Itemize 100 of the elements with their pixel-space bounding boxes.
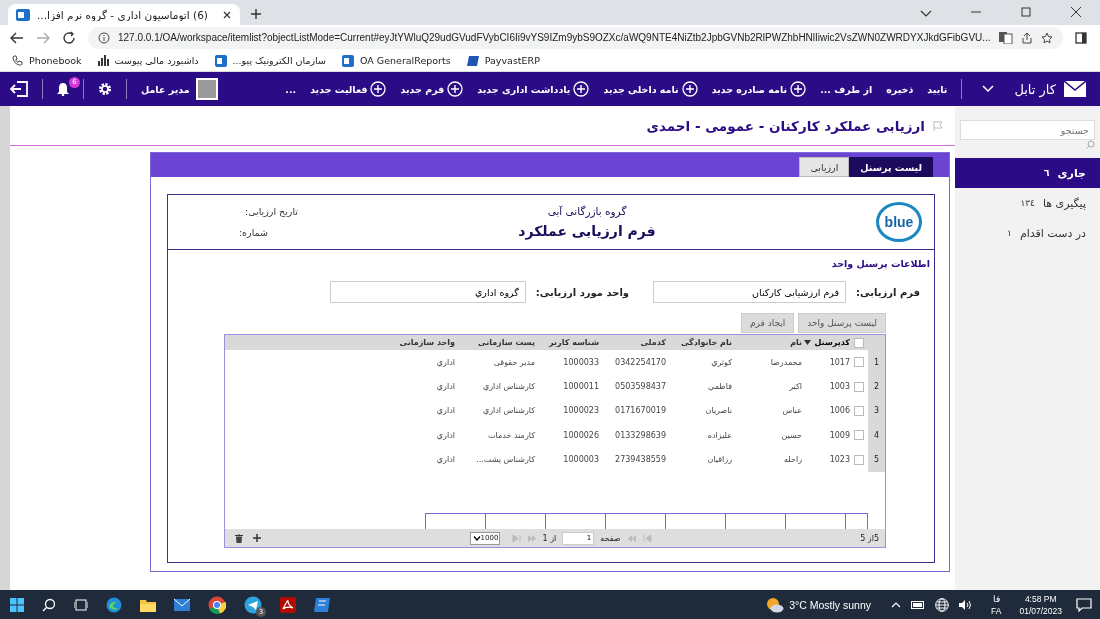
column-header[interactable]: کدپرسنل bbox=[802, 338, 850, 347]
windows-start-icon[interactable] bbox=[10, 597, 24, 612]
tab[interactable]: ارزیابی bbox=[799, 157, 850, 177]
maximize-icon[interactable] bbox=[1020, 6, 1032, 18]
toolbar-button[interactable]: فعالیت جدید bbox=[310, 81, 387, 97]
add-icon bbox=[681, 81, 698, 97]
add-icon[interactable] bbox=[253, 534, 261, 542]
checkbox[interactable] bbox=[854, 405, 864, 416]
address-bar[interactable]: 127.0.0.1/OA/workspace/itemlist?objectListMode=Current#eyJtYWluQ29udGVudFVybCI6Ii9vYS9IZm9ybS9OZXc/aWQ9NTE4NiZtb2JpbGVNb2RlPWZhbHNlIiwic2VsZWN0ZWRDYXJkdGFibGVU... bbox=[88, 26, 1063, 49]
info-icon bbox=[98, 31, 110, 44]
folder-icon[interactable] bbox=[140, 597, 156, 612]
settings-icon[interactable] bbox=[98, 82, 112, 96]
mail-icon[interactable] bbox=[174, 598, 190, 611]
reload-icon[interactable] bbox=[62, 30, 76, 45]
add-icon bbox=[370, 81, 387, 97]
row-number: 3 bbox=[868, 398, 885, 424]
toolbar-button[interactable]: ذخیره bbox=[886, 83, 914, 95]
input-field[interactable]: فرم ارزشیابی کارکنان bbox=[653, 281, 847, 303]
translate-icon[interactable] bbox=[998, 31, 1013, 44]
field-label: شماره: bbox=[237, 227, 269, 238]
table-cell-text: اکبر bbox=[788, 382, 802, 392]
logout-icon[interactable] bbox=[10, 81, 28, 97]
toolbar-button[interactable]: یادداشت اداری جدید bbox=[477, 81, 590, 97]
button[interactable]: لیست پرسنل واحد bbox=[798, 313, 886, 333]
avatar[interactable] bbox=[195, 78, 218, 100]
toolbar-button[interactable]: فرم جدید bbox=[400, 81, 464, 97]
table-cell-text: حسین bbox=[780, 430, 802, 440]
table-cell-text: کوثري bbox=[710, 357, 732, 367]
table-cell-text: مدیر حقوقی bbox=[492, 357, 535, 367]
battery-icon[interactable] bbox=[911, 600, 926, 609]
toolbar-button[interactable]: نامه داخلی جدید bbox=[603, 81, 698, 97]
column-header[interactable]: نام خانوادگی bbox=[666, 338, 732, 347]
column-header[interactable]: واحد سازمانی bbox=[399, 338, 455, 347]
table-cell-text: کارشناس اداري bbox=[481, 382, 535, 392]
row-number: 2 bbox=[868, 374, 885, 399]
column-header[interactable]: کدملی bbox=[599, 338, 666, 347]
table-cell-text: 1006 bbox=[828, 406, 850, 416]
notification-icon[interactable] bbox=[1076, 597, 1092, 612]
bookmark[interactable]: سازمان الکترونیک پیو... bbox=[214, 54, 326, 67]
pdf-icon[interactable] bbox=[280, 596, 296, 613]
task-view-icon[interactable] bbox=[74, 597, 88, 612]
back-icon[interactable] bbox=[10, 31, 24, 44]
checkbox[interactable] bbox=[854, 357, 864, 368]
toolbar-button[interactable]: از طرف ... bbox=[820, 83, 873, 95]
star-icon[interactable] bbox=[1040, 31, 1053, 44]
table-cell-text: کارشناس اداري bbox=[481, 406, 535, 416]
paper-plane-icon[interactable] bbox=[244, 595, 262, 614]
mail-icon bbox=[1064, 81, 1086, 97]
chevron-down-icon[interactable] bbox=[920, 10, 932, 18]
app-logo-icon[interactable] bbox=[314, 597, 330, 612]
tab[interactable]: لیست پرسنل bbox=[849, 157, 933, 177]
chevron-up-icon[interactable] bbox=[891, 601, 902, 608]
checkbox[interactable] bbox=[854, 381, 864, 392]
phone-icon bbox=[12, 55, 23, 66]
search-icon[interactable] bbox=[42, 597, 56, 612]
sidebar-item[interactable]: در دست اقدام ١ bbox=[955, 218, 1100, 248]
toolbar-button[interactable]: تایید bbox=[927, 83, 948, 95]
input-field[interactable]: گروه اداري bbox=[329, 281, 526, 303]
trash-icon[interactable] bbox=[235, 533, 243, 543]
toolbar-button[interactable]: نامه صادره جدید bbox=[711, 81, 807, 97]
add-icon bbox=[790, 81, 807, 97]
close-icon[interactable] bbox=[222, 9, 232, 20]
bookmark[interactable]: PayvastERP bbox=[466, 55, 540, 66]
app-logo-icon bbox=[342, 54, 354, 67]
browser-tab[interactable]: (6) اتوماسیون اداری - گروه نرم افزا... bbox=[8, 4, 240, 25]
sidebar-item[interactable]: جاری ٦ bbox=[955, 158, 1100, 188]
table-cell-text: 1000033 bbox=[562, 357, 599, 367]
bell-icon[interactable] bbox=[57, 82, 69, 96]
table-cell-text: 0171670019 bbox=[614, 406, 666, 416]
globe-icon[interactable] bbox=[935, 597, 950, 612]
bookmark[interactable]: OA GeneralReports bbox=[342, 54, 451, 67]
side-panel-icon[interactable] bbox=[1074, 31, 1087, 44]
column-header[interactable]: شناسه کاربر bbox=[535, 338, 599, 347]
checkbox[interactable] bbox=[854, 430, 864, 441]
plus-icon[interactable] bbox=[250, 8, 262, 20]
table-cell-text: 0503598437 bbox=[614, 382, 666, 392]
sidebar-item[interactable]: پیگیری ها ١٣٤ bbox=[955, 188, 1100, 218]
table-cell-text: کارمند خدمات bbox=[487, 430, 535, 440]
chrome-icon[interactable] bbox=[208, 595, 226, 614]
browser-icon[interactable] bbox=[106, 596, 122, 613]
checkbox[interactable] bbox=[854, 337, 864, 348]
bookmark[interactable]: Phonebook bbox=[12, 55, 82, 66]
tab-title: (6) اتوماسیون اداری - گروه نرم افزا... bbox=[37, 8, 209, 21]
company-name: گروه بازرگانی آبی bbox=[547, 205, 627, 217]
row-number: 5 bbox=[868, 447, 885, 472]
close-icon[interactable] bbox=[1070, 6, 1082, 18]
button[interactable]: ایجاد فرم bbox=[741, 313, 795, 333]
table-cell-text: 1000011 bbox=[562, 382, 599, 392]
page-label: صفحه bbox=[600, 533, 621, 543]
bookmark[interactable]: داشبورد مالی پیوست bbox=[97, 55, 199, 66]
page-count: از 1 bbox=[542, 533, 557, 543]
volume-icon[interactable] bbox=[959, 598, 974, 611]
share-icon[interactable] bbox=[1020, 31, 1033, 44]
column-header[interactable]: نام bbox=[732, 338, 802, 347]
weather-widget[interactable]: 3°C Mostly sunny bbox=[766, 596, 872, 613]
checkbox[interactable] bbox=[854, 454, 864, 465]
column-header[interactable]: پست سازمانی bbox=[455, 338, 535, 347]
toolbar-button[interactable]: ... bbox=[285, 83, 297, 95]
clock[interactable]: 4:58 PM 01/07/2023 bbox=[1019, 592, 1062, 617]
search-field[interactable]: جستجو bbox=[960, 120, 1095, 140]
